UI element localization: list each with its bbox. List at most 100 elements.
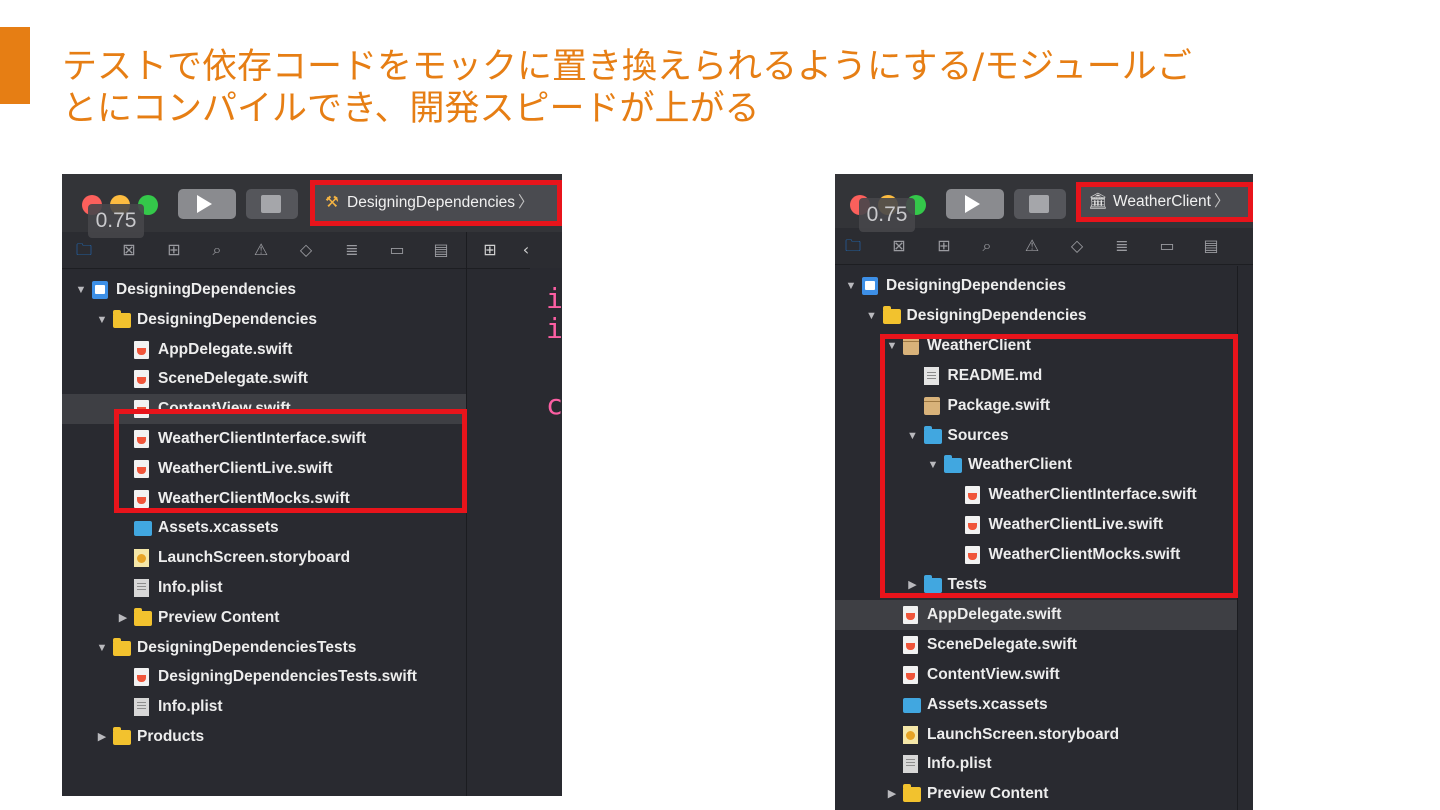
disclosure-open-icon[interactable]: ▼: [95, 633, 109, 663]
tree-row-label: DesigningDependencies: [116, 281, 297, 298]
tree-row[interactable]: ▼ DesigningDependencies: [62, 275, 466, 305]
scheme-name: WeatherClient: [1113, 193, 1211, 210]
tree-row[interactable]: LaunchScreen.storyboard: [62, 543, 466, 573]
tree-row[interactable]: ▶ Preview Content: [835, 779, 1237, 809]
folder-icon: [903, 784, 921, 803]
editor-gutter: [530, 268, 562, 796]
tree-row[interactable]: AppDelegate.swift: [62, 335, 466, 365]
tree-row-label: DesigningDependencies: [886, 277, 1067, 294]
source-control-navigator-icon[interactable]: ⊠: [117, 238, 141, 262]
tree-row[interactable]: SceneDelegate.swift: [62, 364, 466, 394]
issue-navigator-icon[interactable]: ⚠: [249, 238, 273, 262]
storyboard-icon: [134, 549, 149, 568]
report-navigator-icon[interactable]: ▤: [1199, 234, 1223, 258]
stop-button[interactable]: [246, 189, 298, 219]
tree-row[interactable]: Assets.xcassets: [62, 513, 466, 543]
tree-row[interactable]: ContentView.swift: [835, 660, 1237, 690]
tree-row[interactable]: Info.plist: [835, 749, 1237, 779]
tree-row-label: Info.plist: [158, 698, 223, 716]
tree-row[interactable]: ▼ DesigningDependencies: [835, 301, 1237, 331]
disclosure-closed-icon[interactable]: ▶: [116, 603, 130, 633]
tree-row[interactable]: AppDelegate.swift: [835, 599, 1237, 630]
code-fragment: c: [546, 388, 562, 421]
plist-icon: [903, 755, 918, 774]
tree-row-label: Assets.xcassets: [158, 519, 279, 537]
breakpoint-navigator-icon[interactable]: ▭: [385, 238, 409, 262]
assets-icon: [903, 697, 921, 713]
find-navigator-icon[interactable]: ⌕: [975, 234, 999, 258]
tree-row[interactable]: ▶ Preview Content: [62, 603, 466, 633]
scheme-selector[interactable]: ⚒ DesigningDependencies 〉: [310, 180, 562, 226]
swift-file-icon: [134, 668, 149, 687]
report-navigator-icon[interactable]: ▤: [429, 238, 453, 262]
disclosure-closed-icon[interactable]: ▶: [95, 722, 109, 752]
project-navigator-icon[interactable]: 🗀: [841, 234, 865, 258]
folder-icon: [134, 607, 152, 626]
disclosure-closed-icon[interactable]: ▶: [885, 779, 899, 809]
project-navigator-icon[interactable]: 🗀: [72, 238, 96, 262]
code-fragment: i: [546, 312, 562, 345]
back-chevron-icon[interactable]: ‹: [514, 238, 538, 262]
tree-row[interactable]: DesigningDependenciesTests.swift: [62, 662, 466, 692]
project-icon: [92, 281, 108, 299]
tree-row[interactable]: ▼ DesigningDependencies: [62, 305, 466, 335]
symbol-navigator-icon[interactable]: ⊞: [932, 234, 956, 258]
tree-row-label: DesigningDependenciesTests.swift: [158, 668, 417, 686]
tree-row-label: DesigningDependencies: [906, 306, 1087, 324]
assets-icon: [134, 521, 152, 537]
tree-row-label: Preview Content: [927, 785, 1049, 803]
slide-title: テストで依存コードをモックに置き換えられるようにする/モジュールご とにコンパイ…: [62, 46, 1362, 130]
swift-file-icon: [134, 370, 149, 389]
weather-client-files-highlight: [114, 409, 467, 513]
play-icon: [965, 195, 980, 213]
title-accent-bar: [0, 27, 30, 104]
tree-row-label: Info.plist: [927, 755, 992, 773]
debug-navigator-icon[interactable]: ≣: [1110, 234, 1134, 258]
library-icon: 🏛: [1088, 193, 1108, 210]
xcode-app-icon: ⚒: [325, 194, 339, 211]
tree-row[interactable]: Info.plist: [62, 692, 466, 722]
run-button[interactable]: [178, 189, 236, 219]
plist-icon: [134, 579, 149, 597]
disclosure-open-icon[interactable]: ▼: [844, 271, 858, 301]
chevron-right-icon: 〉: [518, 194, 534, 211]
swift-file-icon: [903, 605, 918, 624]
swift-file-icon: [134, 340, 149, 359]
tree-row[interactable]: Assets.xcassets: [835, 690, 1237, 720]
symbol-navigator-icon[interactable]: ⊞: [162, 238, 186, 262]
test-navigator-icon[interactable]: ◇: [1065, 234, 1089, 258]
tree-row[interactable]: ▼ DesigningDependencies: [835, 271, 1237, 301]
test-navigator-icon[interactable]: ◇: [294, 238, 318, 262]
tree-row[interactable]: ▶ Products: [62, 722, 466, 752]
find-navigator-icon[interactable]: ⌕: [205, 238, 229, 262]
issue-navigator-icon[interactable]: ⚠: [1020, 234, 1044, 258]
stop-button[interactable]: [1014, 189, 1066, 219]
stop-icon: [1029, 195, 1049, 213]
tree-row-label: DesigningDependenciesTests: [137, 638, 357, 656]
disclosure-open-icon[interactable]: ▼: [865, 301, 879, 331]
related-items-icon[interactable]: ⊞: [478, 238, 502, 262]
breakpoint-navigator-icon[interactable]: ▭: [1155, 234, 1179, 258]
disclosure-open-icon[interactable]: ▼: [95, 305, 109, 335]
code-fragment: i: [546, 282, 562, 315]
folder-icon: [113, 637, 131, 656]
plist-icon: [134, 698, 149, 717]
tree-row-label: ContentView.swift: [927, 665, 1060, 683]
xcode-toolbar: 0.75 🏛 WeatherClient 〉: [835, 174, 1253, 232]
tree-row[interactable]: Info.plist: [62, 573, 466, 603]
tree-row[interactable]: ▼ DesigningDependenciesTests: [62, 633, 466, 663]
run-button[interactable]: [946, 189, 1004, 219]
source-control-navigator-icon[interactable]: ⊠: [887, 234, 911, 258]
disclosure-open-icon[interactable]: ▼: [74, 275, 88, 305]
tree-row[interactable]: SceneDelegate.swift: [835, 630, 1237, 660]
slide-title-line-2: とにコンパイルでき、開発スピードが上がる: [62, 89, 760, 129]
tree-row-label: Products: [137, 728, 205, 745]
storyboard-icon: [903, 725, 918, 744]
tree-row-label: AppDelegate.swift: [927, 605, 1062, 623]
chevron-right-icon: 〉: [1213, 193, 1230, 210]
scheme-selector[interactable]: 🏛 WeatherClient 〉: [1076, 182, 1253, 222]
tree-row-label: Assets.xcassets: [927, 695, 1048, 713]
folder-icon: [113, 309, 131, 328]
debug-navigator-icon[interactable]: ≣: [340, 238, 364, 262]
tree-row[interactable]: LaunchScreen.storyboard: [835, 720, 1237, 750]
